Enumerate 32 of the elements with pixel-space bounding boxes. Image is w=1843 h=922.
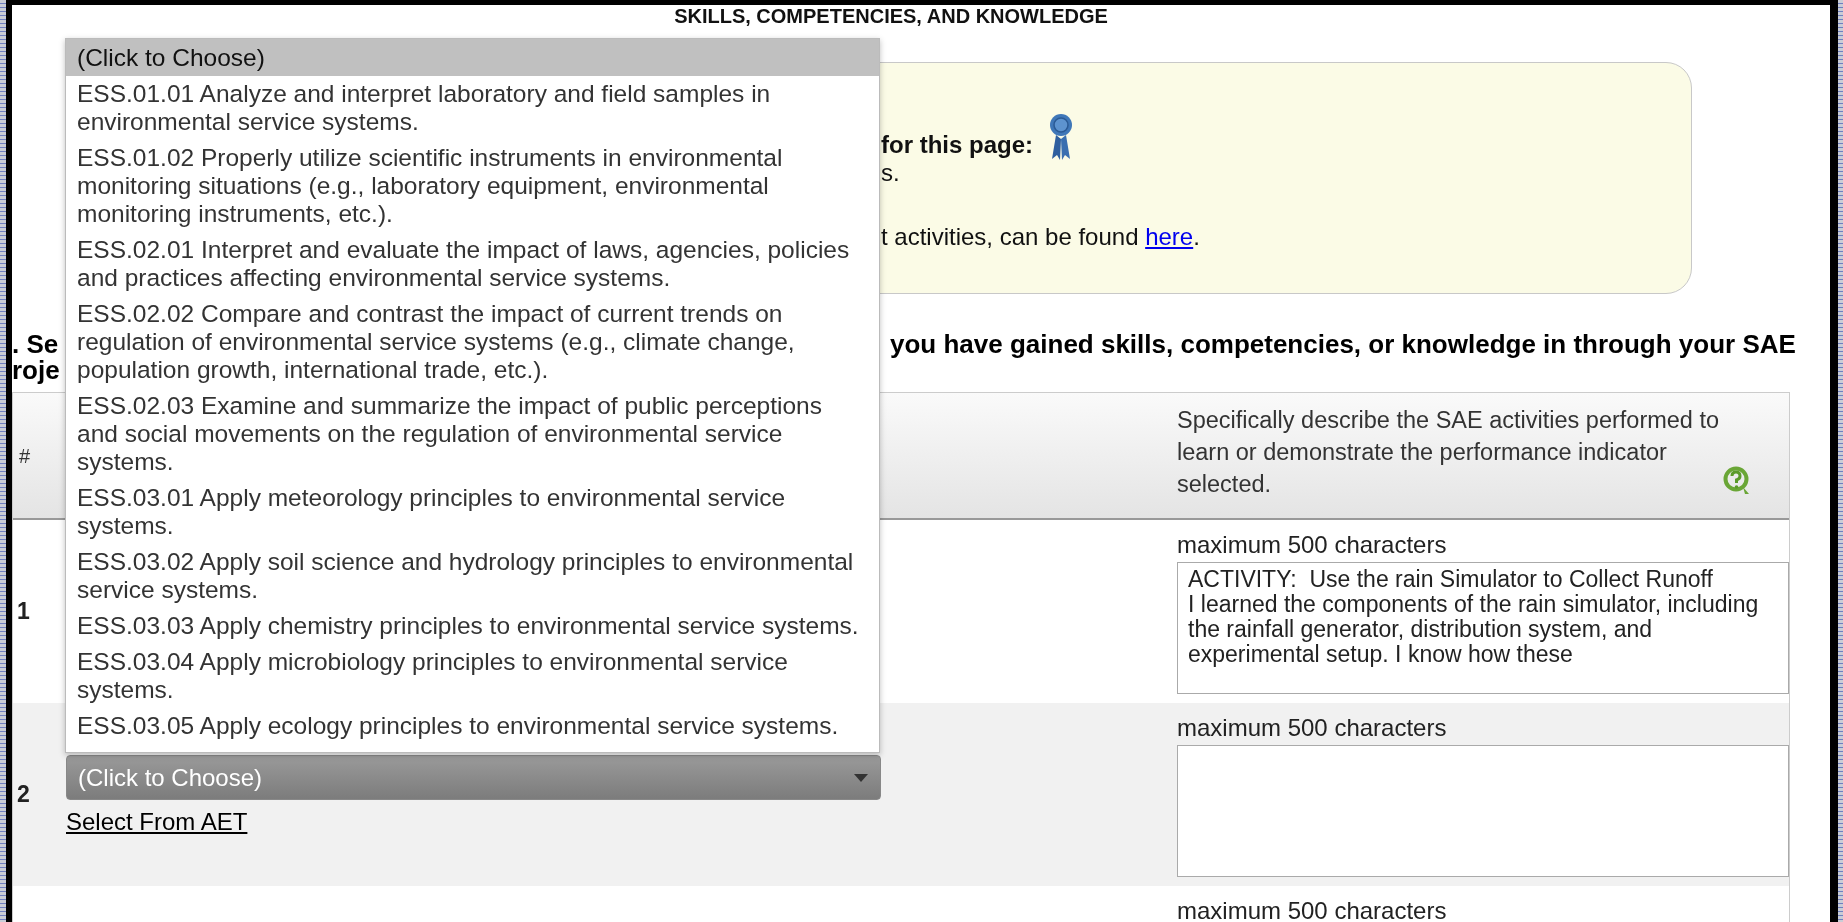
row-number: 2 bbox=[17, 781, 30, 808]
dropdown-option[interactable]: ESS.02.01 Interpret and evaluate the impact of laws, agencies, policies and practices affecting environmental service systems. bbox=[66, 232, 879, 296]
dropdown-option[interactable]: ESS.01.02 Properly utilize scientific instruments in environmental monitoring situations (e.g., laboratory equipment, environmental monitoring instruments, etc.). bbox=[66, 140, 879, 232]
answer-box[interactable]: ACTIVITY: Use the rain Simulator to Collect Runoff I learned the components of the rain simulator, including the rainfall generator, distribution system, and experimental setup. I know how these bbox=[1177, 562, 1789, 694]
character-limit-hint: maximum 500 characters bbox=[1177, 715, 1448, 741]
dropdown-option[interactable]: ESS.03.02 Apply soil science and hydrology principles to environmental service systems. bbox=[66, 544, 879, 608]
caret-icon bbox=[854, 773, 868, 782]
dropdown-option[interactable]: ESS.03.03 Apply chemistry principles to environmental service systems. bbox=[66, 608, 879, 644]
row-number: 1 bbox=[17, 598, 30, 625]
dropdown-option[interactable]: ESS.01.01 Analyze and interpret laboratory and field samples in environmental service systems. bbox=[66, 76, 879, 140]
info-heading: for this page: bbox=[881, 131, 1033, 159]
info-text: t activities, can be found here. bbox=[881, 223, 1200, 250]
column-header: # bbox=[18, 443, 32, 469]
character-limit-hint: maximum 500 characters bbox=[1177, 898, 1448, 922]
section-heading: you have gained skills, competencies, or knowledge in through your SAE bbox=[890, 331, 1796, 361]
ribbon-icon bbox=[1049, 111, 1073, 161]
page-title: SKILLS, COMPETENCIES, AND KNOWLEDGE bbox=[673, 5, 1109, 27]
dropdown-option[interactable]: ESS.03.05 Apply ecology principles to environmental service systems. bbox=[66, 708, 879, 744]
help-icon bbox=[1722, 466, 1752, 496]
heading-fragment: roje bbox=[12, 357, 60, 383]
info-text: s. bbox=[881, 159, 900, 186]
dropdown-option[interactable]: ESS.02.03 Examine and summarize the impact of public perceptions and social movements on the regulation of environmental service systems. bbox=[66, 388, 879, 480]
character-limit-hint: maximum 500 characters bbox=[1177, 532, 1448, 558]
select-from-aet-link[interactable]: Select From AET bbox=[66, 804, 248, 840]
dropdown-option[interactable]: ESS.03.04 Apply microbiology principles to environmental service systems. bbox=[66, 644, 879, 708]
dropdown-option[interactable]: (Click to Choose) bbox=[66, 39, 879, 76]
answer-box[interactable] bbox=[1177, 745, 1789, 877]
column-header: Specifically describe the SAE activities performed to learn or demonstrate the performance indicator selected. bbox=[1177, 406, 1721, 499]
dropdown-option[interactable]: ESS.03.01 Apply meteorology principles to environmental service systems. bbox=[66, 480, 879, 544]
dropdown-option[interactable]: ESS.02.02 Compare and contrast the impact of current trends on regulation of environmental service systems (e.g., climate change, population growth, international trade, etc.). bbox=[66, 296, 879, 388]
here-link[interactable]: here bbox=[1145, 223, 1194, 250]
heading-fragment: . Se bbox=[12, 331, 59, 357]
